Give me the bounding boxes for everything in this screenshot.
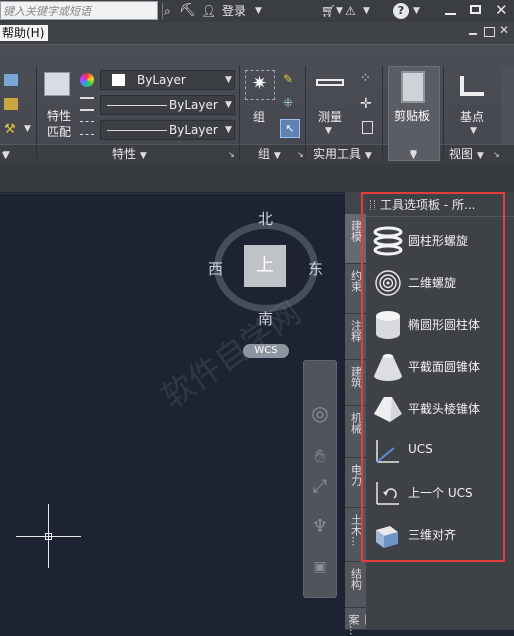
crosshair-pickbox — [45, 533, 52, 540]
lineweight-dropdown[interactable]: ByLayer ▼ — [100, 120, 235, 140]
divider — [382, 66, 383, 162]
group-edit-icon[interactable]: ⁜ — [283, 96, 293, 110]
menu-bar — [0, 22, 514, 44]
chevron-down-icon[interactable]: ▼ — [470, 126, 477, 136]
help-icon[interactable]: ? — [393, 3, 409, 19]
color-swatch — [112, 74, 125, 86]
binoculars-icon[interactable]: ⛏ — [179, 0, 196, 22]
match-properties-icon[interactable] — [44, 72, 70, 96]
pan-hand-icon[interactable]: ✋︎ — [309, 446, 331, 468]
viewcube-top-face[interactable]: 上 — [244, 245, 286, 287]
panel-label-view[interactable]: 视图 ▼ — [449, 146, 484, 164]
showmotion-icon[interactable]: ▣ — [309, 556, 331, 578]
base-point-button[interactable]: 基点 — [460, 108, 484, 125]
color-value: ByLayer — [137, 73, 186, 87]
compass-east[interactable]: 东 — [308, 258, 323, 279]
divider — [305, 66, 306, 162]
search-icon[interactable]: ⌕ — [164, 0, 171, 22]
group-selection-icon[interactable]: ↖ — [280, 119, 300, 138]
panel-label-left[interactable]: ▼ — [2, 146, 9, 164]
color-dropdown[interactable]: ByLayer ▼ — [100, 70, 235, 90]
point-icon[interactable]: ✛ — [360, 96, 372, 112]
ruler-icon[interactable] — [316, 79, 344, 86]
tool-icon[interactable] — [4, 98, 18, 110]
lineweight-icon — [80, 121, 94, 135]
ungroup-icon[interactable]: ✎ — [283, 72, 293, 86]
chevron-down-icon: ▼ — [225, 125, 232, 135]
compass-south[interactable]: 南 — [258, 308, 273, 329]
chevron-down-icon[interactable]: ▼ — [325, 126, 332, 136]
exchange-icon[interactable]: ⚠ — [345, 0, 356, 22]
chevron-down-icon[interactable]: ▼ — [255, 0, 262, 22]
chevron-down-icon: ▼ — [225, 75, 232, 85]
clipboard-icon — [401, 71, 425, 103]
minimize-button[interactable] — [445, 13, 456, 15]
divider — [443, 66, 444, 162]
divider — [239, 66, 240, 162]
steering-wheel-icon[interactable]: ◎ — [309, 402, 331, 424]
quick-select-icon[interactable]: ⁘ — [360, 71, 371, 86]
base-point-icon[interactable] — [460, 76, 484, 96]
user-icon[interactable]: 👤︎ — [201, 0, 216, 22]
dialog-launcher-icon[interactable]: ↘ — [297, 150, 304, 159]
highlight-box — [361, 192, 505, 562]
doc-minimize-button[interactable] — [469, 33, 477, 35]
linetype-dropdown[interactable]: ByLayer ▼ — [100, 95, 235, 115]
line-sample — [107, 105, 167, 106]
doc-restore-button[interactable] — [484, 27, 495, 37]
divider — [36, 66, 37, 162]
chevron-down-icon: ▼ — [225, 100, 232, 110]
lineweight-value: ByLayer — [169, 123, 218, 137]
measure-button[interactable]: 测量 — [318, 108, 342, 125]
cart-icon[interactable]: 🛒︎ — [321, 0, 336, 22]
panel-label-group[interactable]: 组 ▼ — [258, 146, 281, 164]
compass-north[interactable]: 北 — [258, 208, 273, 229]
compass-west[interactable]: 西 — [208, 258, 223, 279]
color-wheel-icon[interactable] — [80, 73, 94, 87]
chevron-down-icon[interactable]: ▼ — [363, 0, 370, 22]
linetype-value: ByLayer — [169, 98, 218, 112]
star-icon: ✷ — [252, 73, 268, 94]
panel-label-utilities[interactable]: 实用工具 ▼ — [313, 146, 372, 164]
search-input[interactable]: 键入关键字或短语 — [0, 1, 158, 20]
divider — [162, 3, 163, 19]
restore-button[interactable] — [470, 5, 481, 14]
palette-tab[interactable]: 图案... — [345, 608, 376, 636]
chevron-down-icon[interactable]: ▼ — [413, 0, 420, 22]
group-icon[interactable]: ✷ — [245, 70, 275, 100]
doc-close-button[interactable]: ✕ — [499, 23, 509, 37]
canvas-border — [0, 193, 345, 194]
orbit-icon[interactable]: ♆ — [309, 516, 331, 538]
tool-icon[interactable]: ⚒ — [4, 122, 16, 137]
dialog-launcher-icon[interactable]: ↘ — [493, 150, 500, 159]
chevron-down-icon[interactable]: ▼ — [336, 0, 343, 22]
zoom-extents-icon[interactable]: ⤢ — [309, 476, 331, 498]
palette-tab[interactable]: 结构 — [345, 562, 366, 608]
dialog-launcher-icon[interactable]: ↘ — [228, 150, 235, 159]
group-button[interactable]: 组 — [253, 108, 265, 125]
ribbon-more[interactable] — [501, 66, 514, 144]
clipboard-label: 剪贴板 — [394, 109, 431, 123]
linetype-icon — [80, 97, 94, 111]
match-properties-button[interactable]: 特性匹配 — [47, 108, 73, 140]
menu-help[interactable]: 帮助(H) — [0, 25, 48, 41]
chevron-down-icon[interactable]: ▼ — [24, 124, 31, 134]
panel-label-properties[interactable]: 特性 ▼ — [112, 146, 147, 164]
calculator-icon[interactable] — [362, 121, 373, 134]
tool-icon[interactable] — [4, 74, 18, 86]
ribbon-gap — [0, 164, 514, 192]
login-button[interactable]: 登录 — [222, 0, 246, 22]
close-button[interactable]: ✕ — [495, 0, 508, 21]
wcs-menu[interactable]: WCS — [243, 344, 289, 358]
line-sample — [107, 130, 167, 131]
panel-label-clipboard[interactable]: ▼ — [410, 146, 417, 164]
